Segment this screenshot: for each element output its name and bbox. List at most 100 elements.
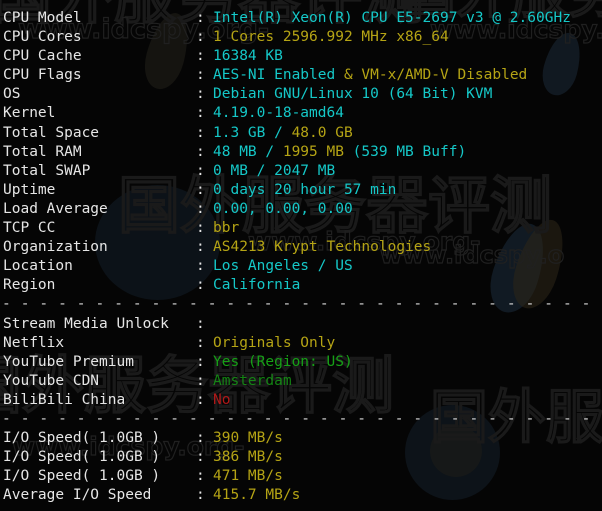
info-row-colon: : xyxy=(196,315,205,332)
info-row-colon: : xyxy=(196,258,205,275)
info-row: Netflix: Originals Only xyxy=(0,334,602,353)
info-row-value: Los Angeles / US xyxy=(213,257,353,276)
info-row: Region: California xyxy=(0,276,602,295)
info-row: YouTube CDN: Amsterdam xyxy=(0,372,602,391)
info-row-label: Netflix xyxy=(3,334,65,351)
info-row-value: 415.7 MB/s xyxy=(213,486,300,505)
info-row-label: Load Average xyxy=(3,200,108,217)
info-row-label: I/O Speed( 1.0GB ) xyxy=(3,449,161,466)
info-row-colon: : xyxy=(196,468,205,485)
stream-media-section: Stream Media Unlock: Netflix: Originals On… xyxy=(0,315,602,410)
info-row-colon: : xyxy=(196,487,205,504)
info-row: I/O Speed( 1.0GB ):471 MB/s xyxy=(0,467,602,486)
info-row-value: 1.3 GB / 48.0 GB xyxy=(213,124,353,143)
info-row: Location: Los Angeles / US xyxy=(0,257,602,276)
info-row-label: BiliBili China xyxy=(3,391,126,408)
info-row: Organization: AS4213 Krypt Technologies xyxy=(0,238,602,257)
info-row-colon: : xyxy=(196,124,205,141)
value-segment: bbr xyxy=(213,220,240,237)
info-row-value: 16384 KB xyxy=(213,47,283,66)
info-row-label: Uptime xyxy=(3,181,56,198)
value-segment: 16384 KB xyxy=(213,48,283,65)
info-row-value: 471 MB/s xyxy=(213,467,283,486)
info-row-colon: : xyxy=(196,391,205,408)
info-row-label: Kernel xyxy=(3,105,56,122)
value-segment: 48.0 GB xyxy=(291,124,353,141)
value-segment: AES-NI Enabled xyxy=(213,67,344,84)
info-row-colon: : xyxy=(196,220,205,237)
info-row-colon: : xyxy=(196,29,205,46)
value-segment: 1995 MB xyxy=(282,143,344,160)
info-row: OS: Debian GNU/Linux 10 (64 Bit) KVM xyxy=(0,85,602,104)
terminal-window[interactable]: 国外服务器评测 国外服务器评测 国外服务器评测 国外服务器评测 国外服务器评测 … xyxy=(0,0,602,511)
info-row-label: Organization xyxy=(3,239,108,256)
info-row-value: 386 MB/s xyxy=(213,448,283,467)
info-row-label: CPU Cores xyxy=(3,29,82,46)
value-segment: Amsterdam xyxy=(213,372,292,389)
info-row-colon: : xyxy=(196,10,205,26)
info-row-colon: : xyxy=(196,181,205,198)
info-row-colon: : xyxy=(196,239,205,256)
info-row-label: YouTube Premium xyxy=(3,353,134,370)
system-info-section: CPU Model: Intel(R) Xeon(R) CPU E5-2697 v… xyxy=(0,9,602,295)
info-row-colon: : xyxy=(196,353,205,370)
info-row-label: Total Space xyxy=(3,124,100,141)
info-row-value: California xyxy=(213,276,300,295)
info-row-value: 0 days 20 hour 57 min xyxy=(213,181,396,200)
value-segment: AS4213 Krypt Technologies xyxy=(213,239,432,256)
info-row-value: 48 MB / 1995 MB (539 MB Buff) xyxy=(213,143,466,162)
info-row: Total SWAP:0 MB / 2047 MB xyxy=(0,162,602,181)
info-row-colon: : xyxy=(196,162,205,179)
info-row-label: CPU Model xyxy=(3,10,82,26)
info-row: Average I/O Speed:415.7 MB/s xyxy=(0,486,602,505)
value-segment: 1.3 GB / xyxy=(213,124,292,141)
info-row-colon: : xyxy=(196,277,205,294)
info-row-value: 0 MB / 2047 MB xyxy=(213,162,335,181)
terminal-output: - - - - - - - - - - - - - - - - - - - - … xyxy=(0,0,602,505)
info-row: YouTube Premium: Yes (Region: US) xyxy=(0,353,602,372)
info-row-label: Total RAM xyxy=(3,143,82,160)
info-row: I/O Speed( 1.0GB ):386 MB/s xyxy=(0,448,602,467)
value-segment: 390 MB/s xyxy=(213,430,283,447)
info-row: CPU Flags: AES-NI Enabled & VM-x/AMD-V Di… xyxy=(0,66,602,85)
info-row-colon: : xyxy=(196,430,205,447)
info-row: Total RAM:48 MB / 1995 MB (539 MB Buff) xyxy=(0,143,602,162)
info-row-colon: : xyxy=(196,372,205,389)
info-row-colon: : xyxy=(196,67,205,84)
info-row-colon: : xyxy=(196,86,205,103)
value-segment: Los Angeles / US xyxy=(213,258,353,275)
value-segment: 48 MB / xyxy=(213,143,283,160)
info-row: TCP CC: bbr xyxy=(0,219,602,238)
value-segment: Yes (Region: US) xyxy=(213,353,353,370)
value-segment: (539 MB Buff) xyxy=(343,143,467,160)
info-row-colon: : xyxy=(196,143,205,160)
info-row: CPU Cache:16384 KB xyxy=(0,47,602,66)
info-row-value: AES-NI Enabled & VM-x/AMD-V Disabled xyxy=(213,66,527,85)
info-row-value: AS4213 Krypt Technologies xyxy=(213,238,431,257)
info-row-colon: : xyxy=(196,200,205,217)
info-row: CPU Cores:1 Cores 2596.992 MHz x86_64 xyxy=(0,28,602,47)
info-row-colon: : xyxy=(196,334,205,351)
value-segment: 415.7 MB/s xyxy=(213,487,301,504)
info-row-label: OS xyxy=(3,86,21,103)
info-row-label: YouTube CDN xyxy=(3,372,100,389)
info-row-value: Amsterdam xyxy=(213,372,292,391)
value-segment: & VM-x/AMD-V Disabled xyxy=(343,67,528,84)
info-row: Kernel:4.19.0-18-amd64 xyxy=(0,104,602,123)
info-row-label: Average I/O Speed xyxy=(3,487,152,504)
info-row-colon: : xyxy=(196,105,205,122)
info-row: CPU Model: Intel(R) Xeon(R) CPU E5-2697 v… xyxy=(0,9,602,28)
info-row: BiliBili China: No xyxy=(0,391,602,410)
info-row-label: TCP CC xyxy=(3,220,56,237)
info-row-value: Intel(R) Xeon(R) CPU E5-2697 v3 @ 2.60GH… xyxy=(213,9,571,28)
value-segment: 0 days 20 hour 57 min xyxy=(213,181,397,198)
separator-middle: - - - - - - - - - - - - - - - - - - - - … xyxy=(2,296,602,313)
info-row-value: Yes (Region: US) xyxy=(213,353,353,372)
info-row-colon: : xyxy=(196,48,205,65)
info-row: Load Average:0.00, 0.00, 0.00 xyxy=(0,200,602,219)
value-segment: No xyxy=(213,391,231,408)
info-row-value: 390 MB/s xyxy=(213,429,283,448)
info-row: Uptime:0 days 20 hour 57 min xyxy=(0,181,602,200)
info-row-value: 0.00, 0.00, 0.00 xyxy=(213,200,353,219)
info-row-label: Location xyxy=(3,258,73,275)
